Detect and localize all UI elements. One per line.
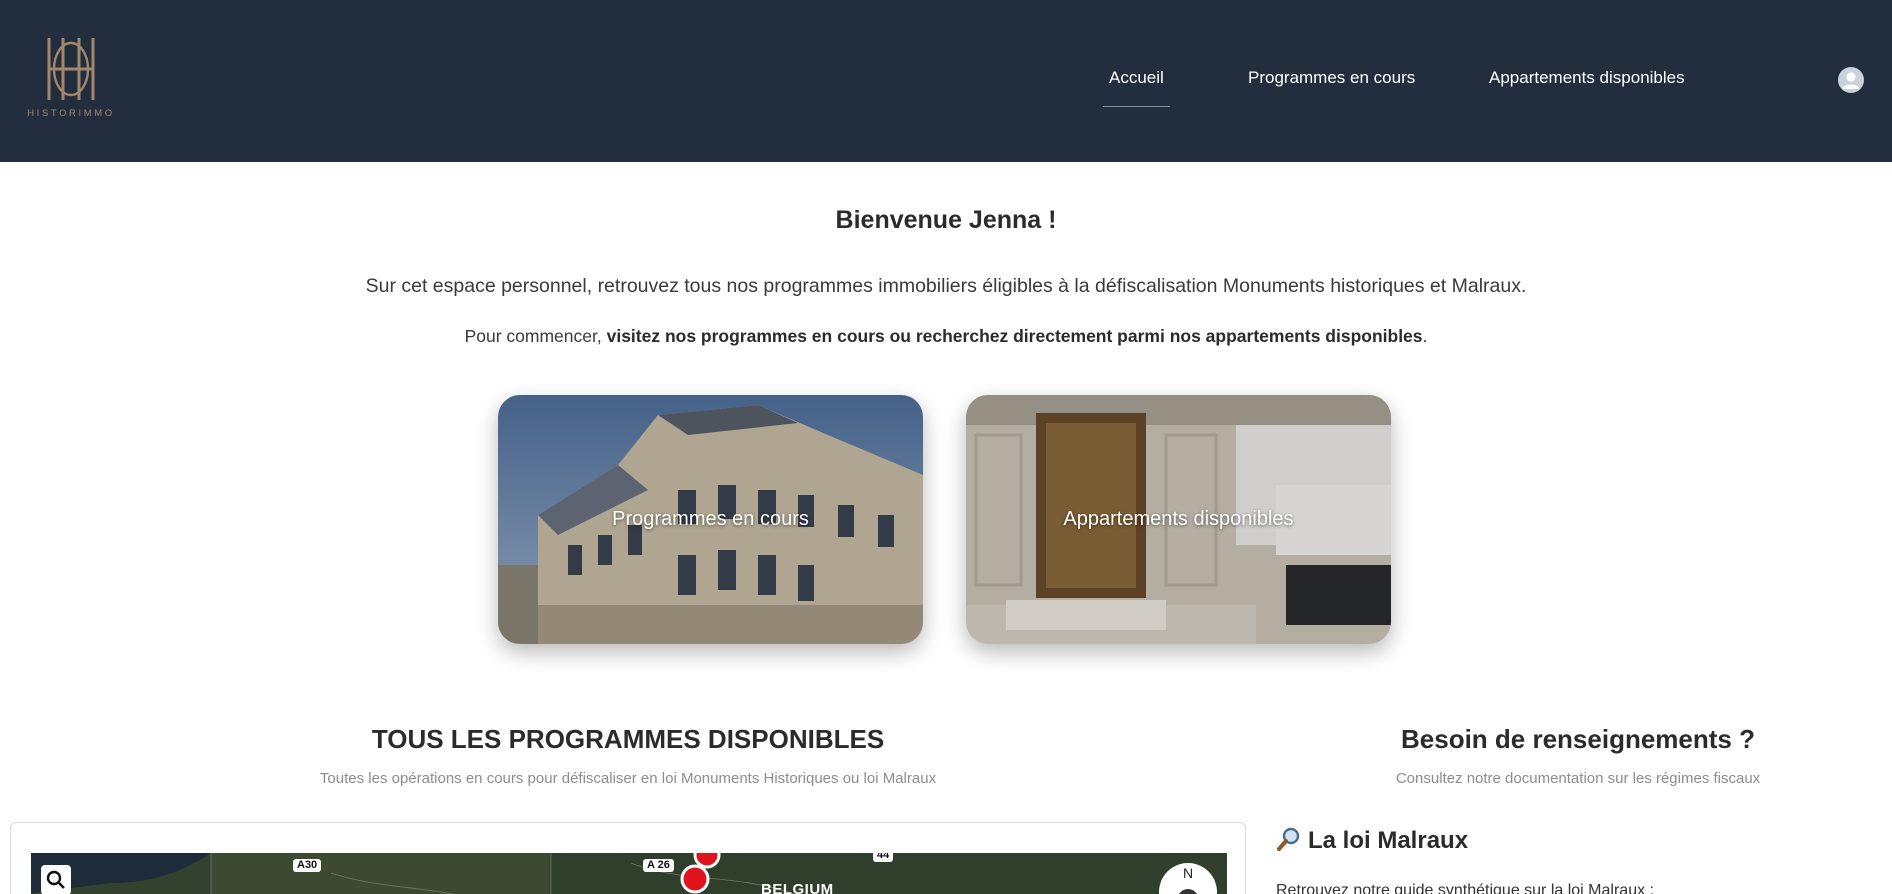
renseignements-subtitle: Consultez notre documentation sur les ré… [1395,770,1761,787]
road-label-a26: A 26 [643,859,674,872]
search-icon [46,870,65,889]
renseignements-title: Besoin de renseignements ? [1401,724,1755,754]
road-label-a30: A30 [293,859,322,872]
programmes-map[interactable]: A30 A 26 44 BELGIUM N [31,853,1227,894]
top-header: HISTORIMMO Accueil Programmes en cours A… [0,0,1892,162]
compass-icon[interactable]: N [1159,863,1217,894]
welcome-title: Bienvenue Jenna ! [835,206,1057,234]
nav-accueil[interactable]: Accueil [1103,68,1170,107]
map-search-button[interactable] [41,865,71,894]
logo-wordmark: HISTORIMMO [27,108,115,119]
map-country-label: BELGIUM [761,881,834,894]
programmes-section-subtitle: Toutes les opérations en cours pour défi… [319,770,937,787]
map-container: A30 A 26 44 BELGIUM N [10,822,1246,894]
loi-malraux-text: Retrouvez notre guide synthétique sur la… [1276,882,1654,894]
map-terrain [31,853,1227,894]
map-marker-icon[interactable] [693,853,721,869]
card-programmes-label: Programmes en cours [612,508,809,530]
card-appartements-disponibles[interactable]: Appartements disponibles [966,395,1391,644]
loi-malraux-heading[interactable]: La loi Malraux [1276,826,1468,859]
nav-appartements-disponibles[interactable]: Appartements disponibles [1489,68,1685,88]
intro-text: Sur cet espace personnel, retrouvez tous… [365,275,1527,297]
nav-programmes-en-cours[interactable]: Programmes en cours [1248,68,1415,88]
historimmo-logo[interactable]: HISTORIMMO [18,34,124,124]
user-avatar-icon[interactable] [1838,67,1864,93]
programmes-section-title: TOUS LES PROGRAMMES DISPONIBLES [371,724,885,754]
map-marker-icon[interactable] [680,864,710,894]
intro-cta: Pour commencer, visitez nos programmes e… [0,326,1892,347]
compass-needle [1178,889,1198,894]
magnifier-icon [1276,826,1302,859]
intro-cta-suffix: . [1422,326,1428,346]
road-label-44: 44 [873,853,894,862]
card-programmes-en-cours[interactable]: Programmes en cours [498,395,923,644]
logo-monogram-icon [47,38,95,100]
intro-cta-prefix: Pour commencer, [464,326,607,346]
loi-malraux-title: La loi Malraux [1308,827,1469,854]
card-appartements-label: Appartements disponibles [1063,508,1294,530]
intro-cta-bold: visitez nos programmes en cours ou reche… [606,326,1423,346]
